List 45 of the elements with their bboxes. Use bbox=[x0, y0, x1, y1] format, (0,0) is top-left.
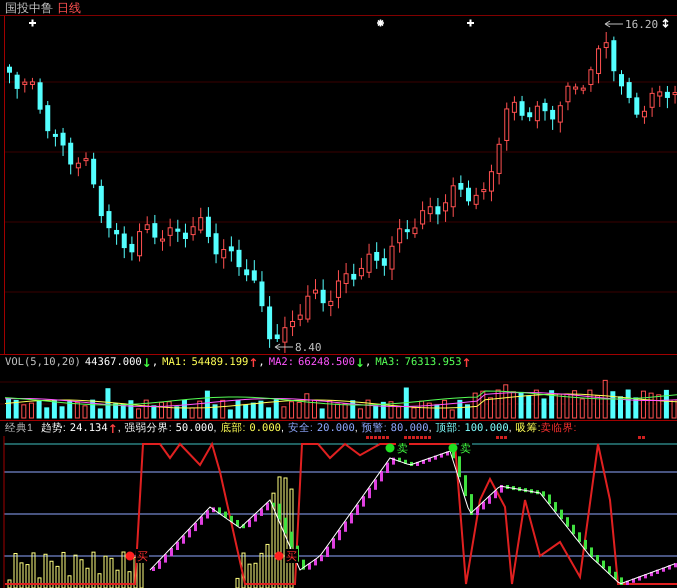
separator: , bbox=[354, 420, 358, 436]
low-price-label: 8.40 bbox=[295, 341, 322, 354]
field-label: 安全: bbox=[288, 420, 313, 436]
field-label: 强弱分界: bbox=[124, 420, 172, 436]
field-label: 顶部: bbox=[435, 420, 460, 436]
trend-arrow: ↓ bbox=[142, 354, 152, 372]
period-label: 日线 bbox=[57, 0, 81, 16]
trend-arrow: ↑ bbox=[108, 420, 118, 438]
separator: , bbox=[365, 354, 372, 370]
separator: , bbox=[258, 354, 265, 370]
field-value: 20.000 bbox=[316, 420, 355, 436]
signal-label: 买 bbox=[137, 551, 148, 563]
ma-label: MA2: bbox=[268, 354, 294, 370]
signal-label: 买 bbox=[286, 551, 297, 563]
indicator-name: 经典1 bbox=[5, 420, 33, 436]
separator: , bbox=[118, 420, 121, 436]
separator: , bbox=[281, 420, 284, 436]
trend-arrow: ↑ bbox=[248, 354, 258, 372]
signal-label: 卖 bbox=[397, 443, 408, 455]
trend-arrow: ↓ bbox=[354, 354, 366, 372]
field-label: 底部: bbox=[220, 420, 246, 436]
trend-arrow: ↑ bbox=[462, 354, 472, 372]
field-label: 卖临界: bbox=[540, 420, 576, 436]
ma-value: 54489.199 bbox=[191, 354, 248, 370]
separator: , bbox=[214, 420, 216, 436]
volume-value: 44367.000 bbox=[84, 354, 142, 370]
ma-value: 76313.953 bbox=[404, 354, 462, 370]
separator: , bbox=[152, 354, 158, 370]
ma-value: 66248.500 bbox=[298, 354, 355, 370]
high-price-label: 16.20 bbox=[625, 18, 658, 31]
separator: , bbox=[508, 420, 512, 436]
field-value: 80.000 bbox=[390, 420, 429, 436]
indicator-name: VOL(5,10,20) bbox=[5, 354, 81, 370]
field-label: 预警: bbox=[362, 420, 387, 436]
field-label: 趋势: bbox=[40, 420, 66, 436]
field-value: 0.000 bbox=[249, 420, 281, 436]
field-value: 50.000 bbox=[176, 420, 214, 436]
signal-label: 卖 bbox=[460, 443, 471, 455]
field-label: 吸筹: bbox=[516, 420, 541, 436]
ma-label: MA1: bbox=[162, 354, 188, 370]
separator: , bbox=[428, 420, 432, 436]
stock-name: 国投中鲁 bbox=[5, 0, 53, 16]
field-value: 24.134 bbox=[70, 420, 108, 436]
ma-label: MA3: bbox=[375, 354, 401, 370]
field-value: 100.000 bbox=[464, 420, 509, 436]
